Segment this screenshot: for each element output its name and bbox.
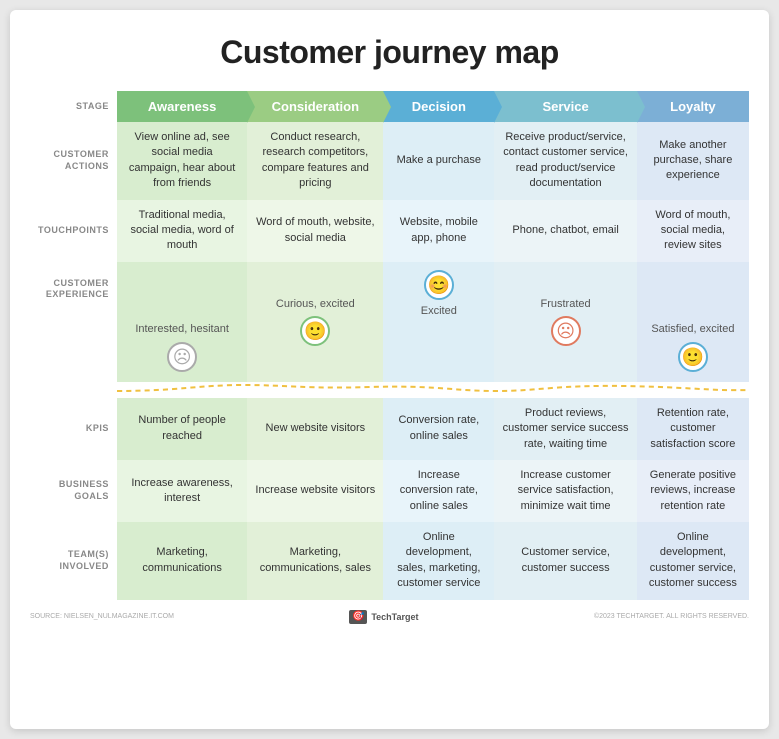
touchpoints-decision: Website, mobile app, phone: [383, 200, 494, 262]
experience-label: CUSTOMEREXPERIENCE: [30, 262, 117, 382]
journey-line-row: [30, 382, 749, 398]
actions-awareness: View online ad, see social media campaig…: [117, 122, 248, 200]
journey-path: [117, 385, 749, 391]
touchpoints-loyalty: Word of mouth, social media, review site…: [637, 200, 749, 262]
experience-row: CUSTOMEREXPERIENCE Interested, hesitant …: [30, 262, 749, 382]
exp-dec-text: Excited: [421, 304, 457, 319]
brand-name: TechTarget: [371, 612, 418, 622]
stage-label: STAGE: [30, 91, 117, 122]
kpis-label: KPIS: [30, 398, 117, 460]
teams-consideration: Marketing, communications, sales: [247, 522, 383, 600]
chevron-awareness-icon: [247, 91, 255, 123]
smiley-frustrated-icon: ☹: [551, 316, 581, 346]
experience-loyalty: Satisfied, excited 🙂: [637, 262, 749, 382]
stage-service: Service: [494, 91, 636, 122]
goals-decision: Increase conversion rate, online sales: [383, 460, 494, 522]
card: Customer journey map STAGE Awareness Con…: [10, 10, 769, 729]
kpis-service: Product reviews, customer service succes…: [494, 398, 636, 460]
touchpoints-label: TOUCHPOINTS: [30, 200, 117, 262]
experience-decision: 😊 Excited: [383, 262, 494, 382]
goals-consideration: Increase website visitors: [247, 460, 383, 522]
touchpoints-row: TOUCHPOINTS Traditional media, social me…: [30, 200, 749, 262]
brand-logo: TechTarget: [349, 610, 418, 624]
exp-aware-text: Interested, hesitant: [135, 322, 229, 337]
actions-consideration: Conduct research, research competitors, …: [247, 122, 383, 200]
chevron-decision-icon: [494, 91, 502, 123]
journey-map-table: STAGE Awareness Consideration Decision S…: [30, 91, 749, 600]
journey-line-cell: [117, 382, 749, 398]
kpis-row: KPIS Number of people reached New websit…: [30, 398, 749, 460]
touchpoints-awareness: Traditional media, social media, word of…: [117, 200, 248, 262]
teams-loyalty: Online development, customer service, cu…: [637, 522, 749, 600]
kpis-consideration: New website visitors: [247, 398, 383, 460]
footer-left: SOURCE: NIELSEN_NULMAGAZINE.IT.COM: [30, 613, 174, 620]
goals-loyalty: Generate positive reviews, increase rete…: [637, 460, 749, 522]
exp-consid-text: Curious, excited: [276, 297, 355, 312]
teams-row: TEAM(S)INVOLVED Marketing, communication…: [30, 522, 749, 600]
teams-label: TEAM(S)INVOLVED: [30, 522, 117, 600]
footer-right: ©2023 TECHTARGET. ALL RIGHTS RESERVED.: [594, 613, 749, 620]
exp-serv-text: Frustrated: [541, 297, 591, 312]
stage-loyalty: Loyalty: [637, 91, 749, 122]
smiley-excited-icon: 😊: [424, 270, 454, 300]
teams-awareness: Marketing, communications: [117, 522, 248, 600]
kpis-decision: Conversion rate, online sales: [383, 398, 494, 460]
smiley-neutral-icon: ☹: [167, 342, 197, 372]
experience-service: Frustrated ☹: [494, 262, 636, 382]
stage-awareness: Awareness: [117, 91, 248, 122]
footer: SOURCE: NIELSEN_NULMAGAZINE.IT.COM TechT…: [30, 610, 749, 624]
customer-actions-label: CUSTOMERACTIONS: [30, 122, 117, 200]
actions-service: Receive product/service, contact custome…: [494, 122, 636, 200]
experience-consideration: Curious, excited 🙂: [247, 262, 383, 382]
journey-curve-svg: [117, 384, 749, 392]
experience-awareness: Interested, hesitant ☹: [117, 262, 248, 382]
actions-loyalty: Make another purchase, share experience: [637, 122, 749, 200]
goals-service: Increase customer service satisfaction, …: [494, 460, 636, 522]
page-title: Customer journey map: [30, 34, 749, 71]
chevron-service-icon: [637, 91, 645, 123]
smiley-satisfied-icon: 🙂: [678, 342, 708, 372]
goals-label: BUSINESSGOALS: [30, 460, 117, 522]
smiley-happy-icon: 🙂: [300, 316, 330, 346]
chevron-consideration-icon: [383, 91, 391, 123]
exp-loyal-text: Satisfied, excited: [651, 322, 734, 337]
kpis-awareness: Number of people reached: [117, 398, 248, 460]
teams-service: Customer service, customer success: [494, 522, 636, 600]
touchpoints-consideration: Word of mouth, website, social media: [247, 200, 383, 262]
stage-consideration: Consideration: [247, 91, 383, 122]
stage-decision: Decision: [383, 91, 494, 122]
actions-decision: Make a purchase: [383, 122, 494, 200]
stage-header-row: STAGE Awareness Consideration Decision S…: [30, 91, 749, 122]
brand-icon: [349, 610, 367, 624]
customer-actions-row: CUSTOMERACTIONS View online ad, see soci…: [30, 122, 749, 200]
teams-decision: Online development, sales, marketing, cu…: [383, 522, 494, 600]
goals-awareness: Increase awareness, interest: [117, 460, 248, 522]
kpis-loyalty: Retention rate, customer satisfaction sc…: [637, 398, 749, 460]
journey-line-spacer: [30, 382, 117, 398]
goals-row: BUSINESSGOALS Increase awareness, intere…: [30, 460, 749, 522]
touchpoints-service: Phone, chatbot, email: [494, 200, 636, 262]
